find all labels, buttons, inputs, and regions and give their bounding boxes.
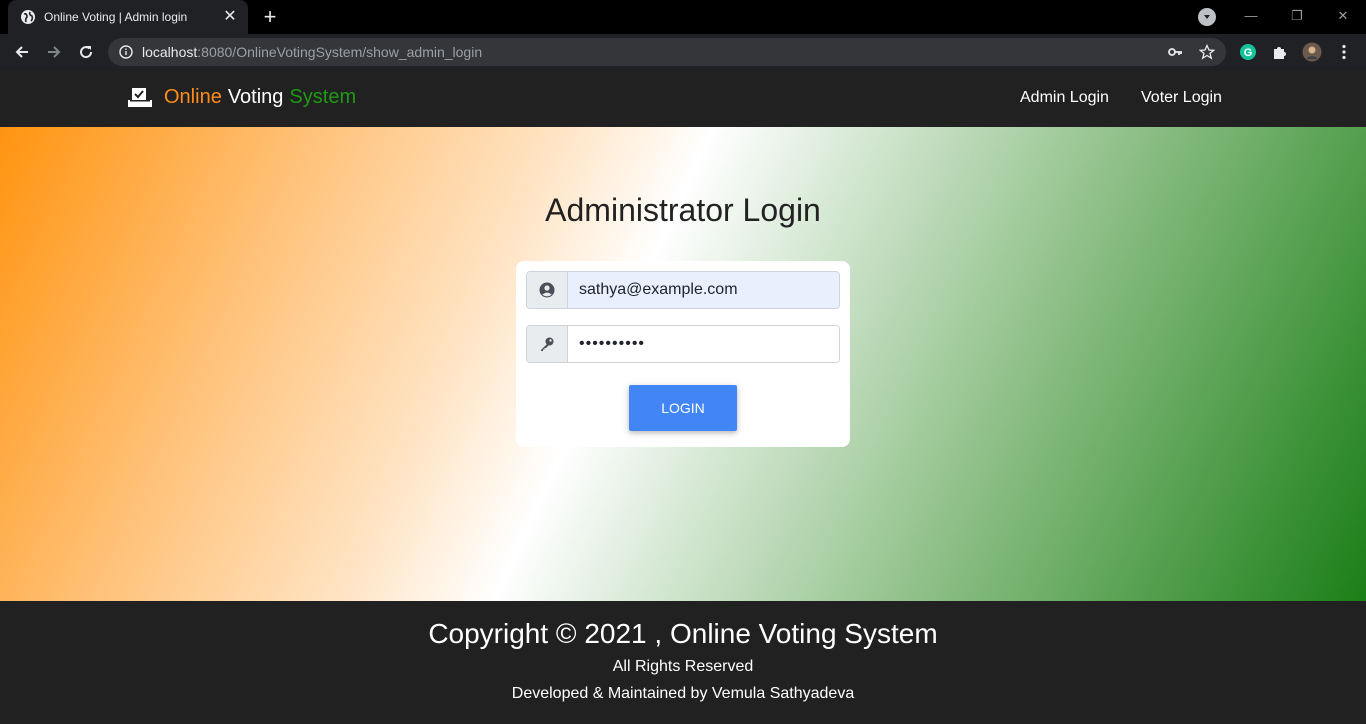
- browser-tab[interactable]: Online Voting | Admin login ✕: [8, 0, 248, 34]
- nav-admin-login[interactable]: Admin Login: [1020, 89, 1109, 107]
- brand-word-voting: Voting: [227, 86, 284, 108]
- email-field-group: [526, 271, 840, 309]
- tab-title: Online Voting | Admin login: [44, 10, 188, 24]
- login-button[interactable]: LOGIN: [629, 385, 737, 431]
- footer-developer: Developed & Maintained by Vemula Sathyad…: [511, 685, 855, 702]
- brand-word-online: Online: [164, 86, 222, 108]
- reload-icon: [80, 46, 93, 59]
- minimize-button[interactable]: —: [1228, 4, 1274, 28]
- new-tab-button[interactable]: +: [258, 6, 282, 28]
- brand-word-system: System: [289, 86, 357, 108]
- tab-close-icon[interactable]: ✕: [222, 9, 238, 25]
- close-window-button[interactable]: ✕: [1320, 4, 1366, 28]
- browser-tab-bar: Online Voting | Admin login ✕ + — ❐ ✕: [0, 0, 1366, 34]
- browser-toolbar: localhost:8080/OnlineVotingSystem/show_a…: [0, 34, 1366, 70]
- site-navbar: Online Voting System Admin Login Voter L…: [0, 70, 1366, 127]
- user-circle-icon: [527, 272, 568, 308]
- back-button[interactable]: [9, 39, 35, 65]
- key-icon[interactable]: [1166, 43, 1184, 61]
- main-section: Administrator Login LOGIN: [0, 127, 1366, 601]
- key-icon: [527, 326, 568, 362]
- browser-menu-icon[interactable]: [1334, 42, 1354, 62]
- profile-avatar-icon[interactable]: [1302, 42, 1322, 62]
- reload-button[interactable]: [73, 39, 99, 65]
- footer-rights: All Rights Reserved: [612, 658, 754, 675]
- url-path: :8080/OnlineVotingSystem/show_admin_logi…: [197, 44, 483, 60]
- forward-arrow-icon: [48, 46, 61, 58]
- back-arrow-icon: [15, 46, 28, 58]
- footer-copyright: Copyright © 2021 , Online Voting System: [428, 618, 938, 649]
- password-input[interactable]: [568, 326, 839, 362]
- site-footer: Copyright © 2021 , Online Voting System …: [0, 601, 1366, 724]
- address-bar[interactable]: localhost:8080/OnlineVotingSystem/show_a…: [108, 38, 1226, 66]
- svg-text:G: G: [1244, 47, 1253, 59]
- brand-logo[interactable]: Online Voting System: [127, 86, 356, 109]
- globe-icon: [20, 9, 36, 25]
- restore-button[interactable]: ❐: [1274, 4, 1320, 28]
- forward-button[interactable]: [41, 39, 67, 65]
- login-card: LOGIN: [516, 261, 850, 447]
- page-title: Administrator Login: [545, 192, 821, 228]
- bookmark-star-icon[interactable]: [1198, 43, 1216, 61]
- info-icon[interactable]: [118, 44, 134, 60]
- extensions-puzzle-icon[interactable]: [1270, 42, 1290, 62]
- grammarly-icon[interactable]: G: [1238, 42, 1258, 62]
- nav-voter-login[interactable]: Voter Login: [1141, 89, 1222, 107]
- tab-search-icon[interactable]: [1198, 8, 1216, 26]
- email-input[interactable]: [568, 272, 839, 308]
- password-field-group: [526, 325, 840, 363]
- url-host: localhost: [142, 44, 198, 60]
- ballot-box-icon: [127, 87, 153, 108]
